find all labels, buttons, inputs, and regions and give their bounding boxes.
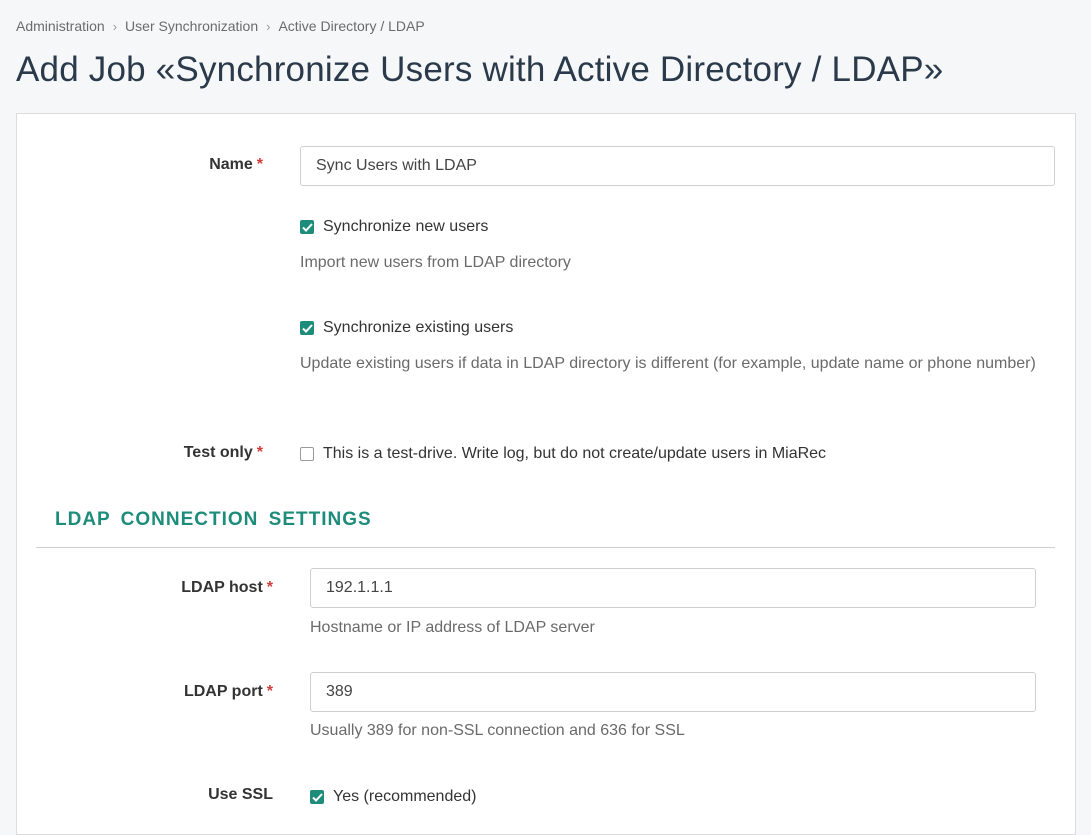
sync-existing-users-label: Synchronize existing users	[323, 319, 514, 336]
ldap-port-help: Usually 389 for non-SSL connection and 6…	[310, 722, 685, 739]
chevron-right-icon: ›	[266, 18, 271, 34]
required-marker: *	[256, 444, 263, 461]
sync-existing-users-checkbox[interactable]	[300, 321, 314, 335]
required-marker: *	[266, 579, 273, 596]
use-ssl-label: Use SSL	[208, 786, 273, 803]
breadcrumb-item-active-directory[interactable]: Active Directory / LDAP	[278, 18, 424, 34]
chevron-right-icon: ›	[112, 18, 118, 34]
ldap-port-input[interactable]	[310, 672, 1036, 712]
sync-new-users-help: Import new users from LDAP directory	[300, 254, 571, 271]
sync-new-users-checkbox[interactable]	[300, 220, 314, 234]
required-marker: *	[266, 683, 273, 700]
ldap-port-label: LDAP port *	[183, 683, 273, 700]
check-icon	[311, 792, 323, 802]
check-icon	[301, 323, 313, 333]
sync-new-users-option[interactable]: Synchronize new users	[300, 218, 488, 236]
use-ssl-checkbox[interactable]	[310, 790, 324, 804]
use-ssl-option[interactable]: Yes (recommended)	[310, 788, 476, 806]
test-only-checkbox[interactable]	[300, 447, 314, 461]
required-marker: *	[256, 156, 263, 173]
sync-existing-users-help: Update existing users if data in LDAP di…	[300, 355, 1036, 372]
breadcrumb-item-user-synchronization[interactable]: User Synchronization	[125, 18, 258, 34]
sync-existing-users-option[interactable]: Synchronize existing users	[300, 319, 513, 337]
breadcrumb-item-administration[interactable]: Administration	[16, 18, 105, 34]
name-label: Name *	[209, 156, 263, 173]
page-title: Add Job «Synchronize Users with Active D…	[16, 50, 944, 89]
name-input[interactable]	[300, 146, 1055, 186]
test-only-option[interactable]: This is a test-drive. Write log, but do …	[300, 445, 826, 463]
test-only-label: Test only *	[183, 444, 263, 461]
ldap-host-label: LDAP host *	[181, 579, 273, 596]
ldap-host-input[interactable]	[310, 568, 1036, 608]
sync-new-users-label: Synchronize new users	[323, 218, 489, 235]
ldap-host-help: Hostname or IP address of LDAP server	[310, 619, 595, 636]
section-divider	[36, 547, 1055, 548]
test-only-checkbox-label: This is a test-drive. Write log, but do …	[323, 445, 827, 462]
check-icon	[301, 222, 313, 232]
use-ssl-checkbox-label: Yes (recommended)	[333, 788, 477, 805]
form-panel: Name* Synchronize new users Import new u…	[16, 113, 1076, 835]
ldap-section-title: LDAP CONNECTION SETTINGS	[55, 509, 372, 530]
breadcrumb: Administration › User Synchronization › …	[16, 18, 425, 34]
